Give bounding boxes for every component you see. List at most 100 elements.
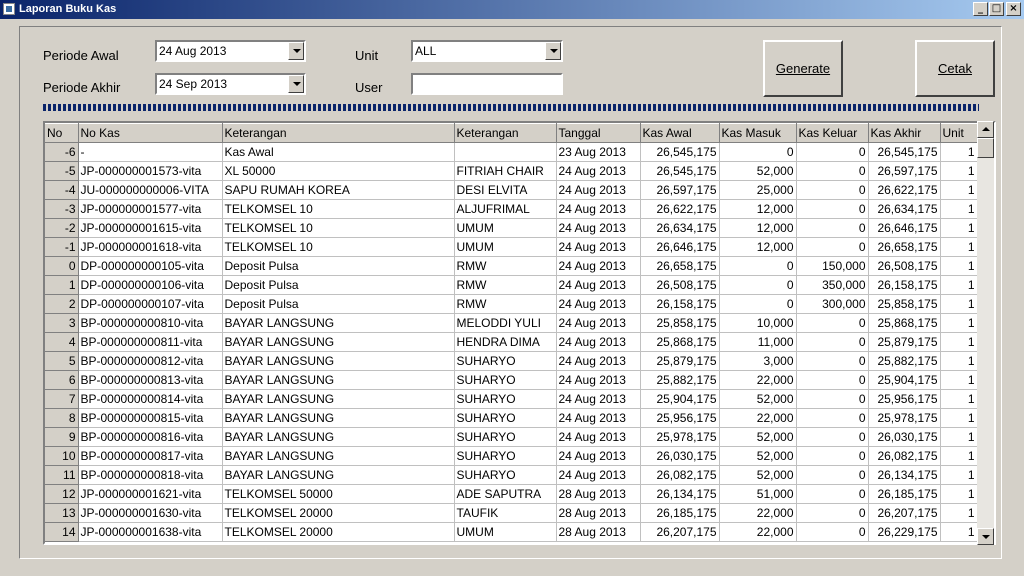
column-header[interactable]: Keterangan xyxy=(454,123,557,143)
table-cell: JP-000000001573-vita xyxy=(78,161,223,181)
table-cell: 1 xyxy=(940,484,978,504)
scroll-up-icon[interactable] xyxy=(977,121,994,138)
table-cell: DP-000000000106-vita xyxy=(78,275,223,295)
table-cell: 24 Aug 2013 xyxy=(556,275,641,295)
vertical-scrollbar[interactable] xyxy=(977,121,994,545)
table-row[interactable]: 9 BP-000000000816-vita BAYAR LANGSUNG SUHAR… xyxy=(45,427,978,447)
table-cell: 26,597,175 xyxy=(868,161,941,181)
scroll-thumb[interactable] xyxy=(977,138,994,158)
table-cell: 0 xyxy=(796,351,869,371)
table-cell: 300,000 xyxy=(796,294,869,314)
table-cell: 12,000 xyxy=(719,218,797,238)
table-row[interactable]: -4 JU-000000000006-VITA SAPU RUMAH KOREA DE… xyxy=(45,180,978,200)
table-cell: 4 xyxy=(45,332,79,352)
table-cell: 26,082,175 xyxy=(868,446,941,466)
table-row[interactable]: 5 BP-000000000812-vita BAYAR LANGSUNG SUHAR… xyxy=(45,351,978,371)
table-cell: 25,868,175 xyxy=(640,332,720,352)
periode-awal-dropdown[interactable]: 24 Aug 2013 xyxy=(155,40,306,62)
column-header[interactable]: Tanggal xyxy=(556,123,641,143)
column-header[interactable]: Kas Masuk xyxy=(719,123,797,143)
table-row[interactable]: 11 BP-000000000818-vita BAYAR LANGSUNG SUHA… xyxy=(45,465,978,485)
table-cell: ADE SAPUTRA xyxy=(454,484,557,504)
cetak-label: Cetak xyxy=(938,61,972,76)
chevron-down-icon[interactable] xyxy=(545,42,561,60)
table-row[interactable]: 1 DP-000000000106-vita Deposit Pulsa RMW 24 … xyxy=(45,275,978,295)
table-cell: ALJUFRIMAL xyxy=(454,199,557,219)
user-input[interactable] xyxy=(411,73,563,95)
table-cell: UMUM xyxy=(454,237,557,257)
table-cell: 25,904,175 xyxy=(640,389,720,409)
table-cell: 1 xyxy=(940,465,978,485)
table-cell: Deposit Pulsa xyxy=(222,256,455,276)
table-row[interactable]: 4 BP-000000000811-vita BAYAR LANGSUNG HENDR… xyxy=(45,332,978,352)
table-cell: -6 xyxy=(45,142,79,162)
table-cell: 12,000 xyxy=(719,199,797,219)
table-cell: BP-000000000815-vita xyxy=(78,408,223,428)
table-row[interactable]: 10 BP-000000000817-vita BAYAR LANGSUNG SUHA… xyxy=(45,446,978,466)
periode-akhir-dropdown[interactable]: 24 Sep 2013 xyxy=(155,73,306,95)
minimize-button[interactable]: _ xyxy=(973,2,988,16)
table-cell: 1 xyxy=(940,313,978,333)
table-cell: 1 xyxy=(940,218,978,238)
table-cell: 24 Aug 2013 xyxy=(556,237,641,257)
table-cell: FITRIAH CHAIR xyxy=(454,161,557,181)
table-row[interactable]: 2 DP-000000000107-vita Deposit Pulsa RMW 24 … xyxy=(45,294,978,314)
table-cell: 25,000 xyxy=(719,180,797,200)
maximize-button[interactable]: □ xyxy=(989,2,1004,16)
column-header[interactable]: No xyxy=(45,123,79,143)
table-cell: 26,229,175 xyxy=(868,522,941,542)
column-header[interactable]: Kas Akhir xyxy=(868,123,941,143)
table-cell: 11 xyxy=(45,465,79,485)
chevron-down-icon[interactable] xyxy=(288,75,304,93)
table-row[interactable]: 13 JP-000000001630-vita TELKOMSEL 20000 TAU… xyxy=(45,503,978,523)
table-cell: 24 Aug 2013 xyxy=(556,408,641,428)
table-row[interactable]: 7 BP-000000000814-vita BAYAR LANGSUNG SUHAR… xyxy=(45,389,978,409)
table-row[interactable]: -3 JP-000000001577-vita TELKOMSEL 10 ALJUFR… xyxy=(45,199,978,219)
table-cell: 25,868,175 xyxy=(868,313,941,333)
table-cell: -3 xyxy=(45,199,79,219)
column-header[interactable]: Unit xyxy=(940,123,978,143)
table-cell: 26,646,175 xyxy=(640,237,720,257)
table-row[interactable]: -5 JP-000000001573-vita XL 50000 FITRIAH CH… xyxy=(45,161,978,181)
table-row[interactable]: 3 BP-000000000810-vita BAYAR LANGSUNG MELOD… xyxy=(45,313,978,333)
table-cell: TAUFIK xyxy=(454,503,557,523)
chevron-down-icon[interactable] xyxy=(288,42,304,60)
table-row[interactable]: 14 JP-000000001638-vita TELKOMSEL 20000 UMU… xyxy=(45,522,978,542)
table-cell: 13 xyxy=(45,503,79,523)
unit-label: Unit xyxy=(355,48,379,63)
table-cell: BP-000000000812-vita xyxy=(78,351,223,371)
unit-dropdown[interactable]: ALL xyxy=(411,40,563,62)
column-header[interactable]: Kas Awal xyxy=(640,123,720,143)
table-row[interactable]: -2 JP-000000001615-vita TELKOMSEL 10 UMUM 24… xyxy=(45,218,978,238)
cetak-button[interactable]: Cetak xyxy=(915,40,995,97)
table-cell: JP-000000001615-vita xyxy=(78,218,223,238)
table-cell: 26,634,175 xyxy=(640,218,720,238)
table-cell: 26,622,175 xyxy=(868,180,941,200)
table-row[interactable]: -1 JP-000000001618-vita TELKOMSEL 10 UMUM 24… xyxy=(45,237,978,257)
column-header[interactable]: Keterangan xyxy=(222,123,455,143)
scroll-down-icon[interactable] xyxy=(977,528,994,545)
table-cell: 26,030,175 xyxy=(640,446,720,466)
table-row[interactable]: 6 BP-000000000813-vita BAYAR LANGSUNG SUHAR… xyxy=(45,370,978,390)
periode-awal-value: 24 Aug 2013 xyxy=(159,44,227,58)
table-cell: 24 Aug 2013 xyxy=(556,218,641,238)
table-cell: JP-000000001621-vita xyxy=(78,484,223,504)
close-button[interactable]: × xyxy=(1006,2,1021,16)
table-cell: 1 xyxy=(940,332,978,352)
table-cell: 1 xyxy=(940,370,978,390)
table-cell: 8 xyxy=(45,408,79,428)
table-cell: 12 xyxy=(45,484,79,504)
table-cell: RMW xyxy=(454,256,557,276)
table-row[interactable]: 8 BP-000000000815-vita BAYAR LANGSUNG SUHAR… xyxy=(45,408,978,428)
table-row[interactable]: 0 DP-000000000105-vita Deposit Pulsa RMW 24 … xyxy=(45,256,978,276)
column-header[interactable]: No Kas xyxy=(78,123,223,143)
column-header[interactable]: Kas Keluar xyxy=(796,123,869,143)
table-row[interactable]: 12 JP-000000001621-vita TELKOMSEL 50000 ADE… xyxy=(45,484,978,504)
table-cell: 26,545,175 xyxy=(640,161,720,181)
table-row[interactable]: -6- Kas Awal 23 Aug 2013 26,545,175 0 0 26,545… xyxy=(45,142,978,162)
table-cell: 0 xyxy=(719,256,797,276)
generate-button[interactable]: Generate xyxy=(763,40,843,97)
table-cell: 1 xyxy=(940,161,978,181)
table-cell: TELKOMSEL 50000 xyxy=(222,484,455,504)
cash-book-grid[interactable]: No No Kas Keterangan Keterangan Tanggal Kas A… xyxy=(43,121,996,545)
